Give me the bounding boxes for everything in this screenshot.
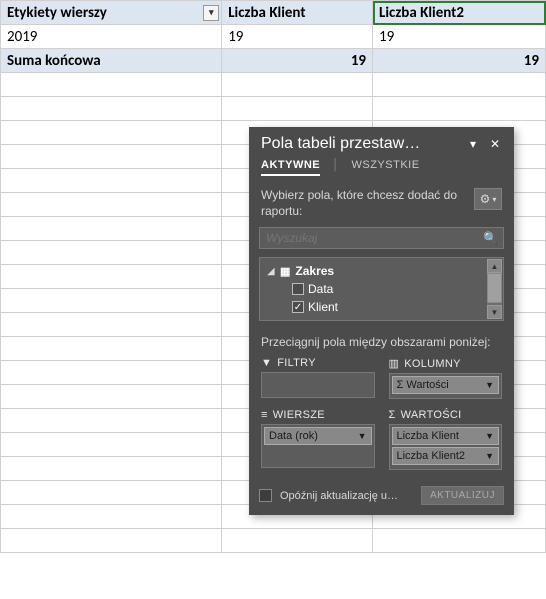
scroll-thumb[interactable] — [487, 273, 502, 303]
filter-dropdown-button[interactable]: ▾ — [203, 5, 219, 21]
fields-scrollbar[interactable]: ▲ ▼ — [487, 259, 502, 319]
table-row[interactable]: 2019 19 19 — [1, 25, 546, 49]
tools-button[interactable]: ⚙ ▾ — [474, 188, 502, 210]
checkbox-klient[interactable] — [292, 301, 304, 313]
columns-icon: ▥ — [389, 357, 400, 370]
defer-update-label: Opóźnij aktualizację u… — [280, 490, 413, 502]
filter-icon: ▼ — [261, 357, 272, 369]
row-labels-header[interactable]: Etykiety wierszy ▾ — [1, 1, 222, 25]
close-icon[interactable]: ✕ — [486, 135, 504, 153]
field-item-label: Klient — [308, 300, 338, 314]
chevron-down-icon[interactable]: ▼ — [485, 451, 494, 461]
chevron-down-icon: ▾ — [492, 195, 496, 204]
drag-instruction: Przeciągnij pola między obszarami poniże… — [249, 331, 514, 357]
field-item[interactable]: Klient — [264, 298, 501, 316]
search-icon[interactable]: 🔍 — [483, 231, 498, 245]
field-item[interactable]: Data — [264, 280, 501, 298]
gear-icon: ⚙ — [480, 192, 491, 206]
values-dropzone[interactable]: Liczba Klient▼ Liczba Klient2▼ — [389, 424, 503, 470]
col1-header[interactable]: Liczba Klient — [222, 1, 373, 25]
defer-update-checkbox[interactable] — [259, 489, 272, 502]
pill-sigma-values[interactable]: Σ Wartości▼ — [392, 376, 500, 394]
area-values-label: WARTOŚCI — [401, 409, 462, 421]
fields-list[interactable]: ◢ ▦ Zakres Data Klient ▲ ▼ — [259, 257, 504, 321]
search-input[interactable] — [259, 227, 504, 249]
area-filters: ▼ FILTRY — [261, 357, 375, 399]
area-columns-label: KOLUMNY — [404, 358, 461, 370]
area-values: Σ WARTOŚCI Liczba Klient▼ Liczba Klient2▼ — [389, 409, 503, 470]
area-rows-label: WIERSZE — [273, 409, 325, 421]
pill-liczba-klient[interactable]: Liczba Klient▼ — [392, 427, 500, 445]
area-columns: ▥ KOLUMNY Σ Wartości▼ — [389, 357, 503, 399]
grand-total-row[interactable]: Suma końcowa 19 19 — [1, 49, 546, 73]
field-item-label: Data — [308, 282, 333, 296]
pivot-fields-pane[interactable]: Pola tabeli przestaw… ▾ ✕ AKTYWNE │ WSZY… — [249, 127, 514, 515]
dropdown-icon[interactable]: ▾ — [464, 135, 482, 153]
area-filters-label: FILTRY — [277, 357, 316, 369]
pill-data-rok[interactable]: Data (rok)▼ — [264, 427, 372, 445]
chevron-down-icon[interactable]: ▼ — [358, 431, 367, 441]
rows-icon: ≡ — [261, 409, 268, 421]
pane-tabs: AKTYWNE │ WSZYSTKIE — [249, 157, 514, 182]
scroll-track[interactable] — [487, 273, 502, 305]
col2-header[interactable]: Liczba Klient2 — [373, 1, 546, 25]
tab-active[interactable]: AKTYWNE — [261, 159, 320, 176]
value-cell: 19 — [373, 25, 546, 49]
scroll-up-icon[interactable]: ▲ — [487, 259, 502, 273]
pill-liczba-klient2[interactable]: Liczba Klient2▼ — [392, 447, 500, 465]
scroll-down-icon[interactable]: ▼ — [487, 305, 502, 319]
sigma-icon: Σ — [389, 409, 396, 421]
grand-total-v1: 19 — [222, 49, 373, 73]
choose-fields-label: Wybierz pola, które chcesz dodać do rapo… — [261, 188, 468, 219]
checkbox-data[interactable] — [292, 283, 304, 295]
pane-titlebar[interactable]: Pola tabeli przestaw… ▾ ✕ — [249, 127, 514, 157]
value-cell: 19 — [222, 25, 373, 49]
field-table-name: Zakres — [295, 264, 334, 278]
tab-all[interactable]: WSZYSTKIE — [351, 159, 419, 176]
field-table-row[interactable]: ◢ ▦ Zakres — [264, 262, 501, 280]
columns-dropzone[interactable]: Σ Wartości▼ — [389, 373, 503, 399]
filters-dropzone[interactable] — [261, 372, 375, 398]
pane-title: Pola tabeli przestaw… — [261, 135, 460, 153]
update-button[interactable]: AKTUALIZUJ — [421, 486, 504, 505]
area-rows: ≡ WIERSZE Data (rok)▼ — [261, 409, 375, 470]
row-labels-text: Etykiety wierszy — [7, 4, 107, 22]
tab-separator: │ — [332, 159, 339, 176]
chevron-down-icon[interactable]: ▼ — [485, 431, 494, 441]
chevron-down-icon[interactable]: ▼ — [485, 380, 494, 390]
rows-dropzone[interactable]: Data (rok)▼ — [261, 424, 375, 468]
grand-total-label: Suma końcowa — [1, 49, 222, 73]
row-label-cell: 2019 — [1, 25, 222, 49]
grand-total-v2: 19 — [373, 49, 546, 73]
table-icon: ▦ — [280, 265, 290, 278]
collapse-icon[interactable]: ◢ — [266, 266, 276, 277]
